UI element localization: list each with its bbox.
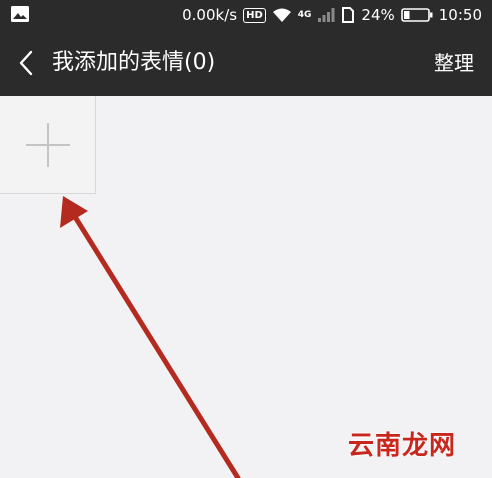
title-bar: 我添加的表情(0) 整理 (0, 30, 492, 96)
hd-icon: HD (243, 7, 266, 23)
battery-icon (400, 8, 433, 22)
signal-icon (318, 8, 335, 22)
screen: 0.00k/s HD 4G 24% 10:50 我添加的表情(0) 整理 云南龙… (0, 0, 492, 478)
gallery-icon (11, 6, 29, 22)
status-bar: 0.00k/s HD 4G 24% 10:50 (0, 0, 492, 30)
network-speed: 0.00k/s (182, 6, 238, 24)
add-sticker-button[interactable] (0, 96, 96, 194)
sim-icon (342, 7, 355, 23)
wifi-icon (272, 8, 291, 22)
sticker-grid (0, 96, 492, 478)
chevron-left-icon (19, 50, 33, 76)
status-indicators: 0.00k/s HD 4G 24% 10:50 (182, 0, 482, 30)
plus-icon (25, 122, 70, 167)
back-button[interactable] (8, 44, 44, 82)
battery-percent: 24% (361, 6, 395, 24)
clock: 10:50 (438, 6, 482, 24)
watermark: 云南龙网 (347, 431, 456, 461)
network-4g-icon: 4G (297, 10, 312, 20)
page-title: 我添加的表情(0) (52, 50, 216, 75)
manage-button[interactable]: 整理 (434, 30, 474, 96)
